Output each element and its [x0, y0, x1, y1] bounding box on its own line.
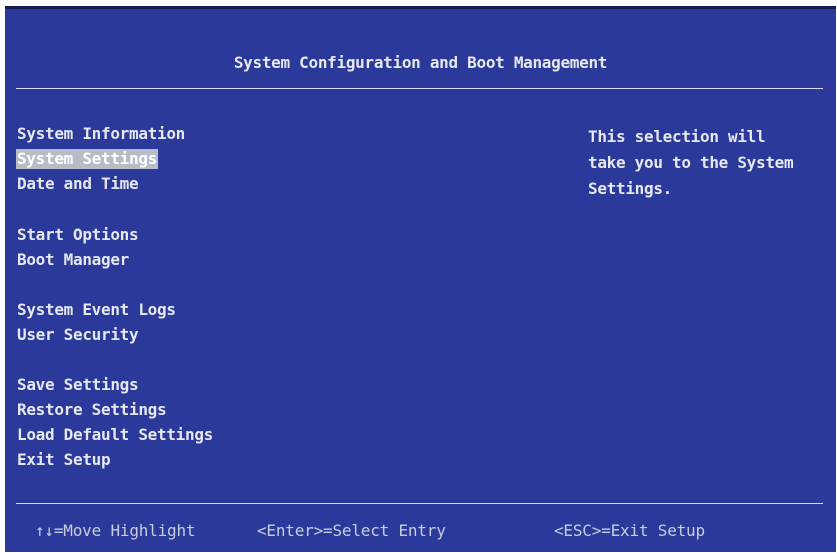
menu-item-start-options[interactable]: Start Options [16, 225, 139, 245]
help-panel: This selection will take you to the Syst… [588, 124, 823, 202]
help-text-line: This selection will [588, 127, 766, 146]
menu-item-user-security[interactable]: User Security [16, 325, 139, 345]
footer-select-hint: <Enter>=Select Entry [257, 521, 446, 540]
menu-item-system-event-logs[interactable]: System Event Logs [16, 300, 177, 320]
menu-item-boot-manager[interactable]: Boot Manager [16, 250, 130, 270]
menu-item-save-settings[interactable]: Save Settings [16, 375, 139, 395]
menu-item-date-and-time[interactable]: Date and Time [16, 174, 139, 194]
footer-divider [16, 503, 823, 504]
help-text-line: Settings. [588, 179, 672, 198]
top-border [5, 6, 836, 9]
menu-item-system-settings[interactable]: System Settings [16, 149, 158, 169]
footer-move-hint: ↑↓=Move Highlight [35, 521, 196, 540]
footer-exit-hint: <ESC>=Exit Setup [554, 521, 705, 540]
header-divider [16, 88, 823, 89]
help-text-line: take you to the System [588, 153, 794, 172]
menu-item-restore-settings[interactable]: Restore Settings [16, 400, 167, 420]
menu-item-system-information[interactable]: System Information [16, 124, 186, 144]
bios-setup-screen: System Configuration and Boot Management… [5, 6, 836, 552]
menu-item-load-default-settings[interactable]: Load Default Settings [16, 425, 214, 445]
menu-item-exit-setup[interactable]: Exit Setup [16, 450, 111, 470]
page-title: System Configuration and Boot Management [233, 53, 608, 72]
